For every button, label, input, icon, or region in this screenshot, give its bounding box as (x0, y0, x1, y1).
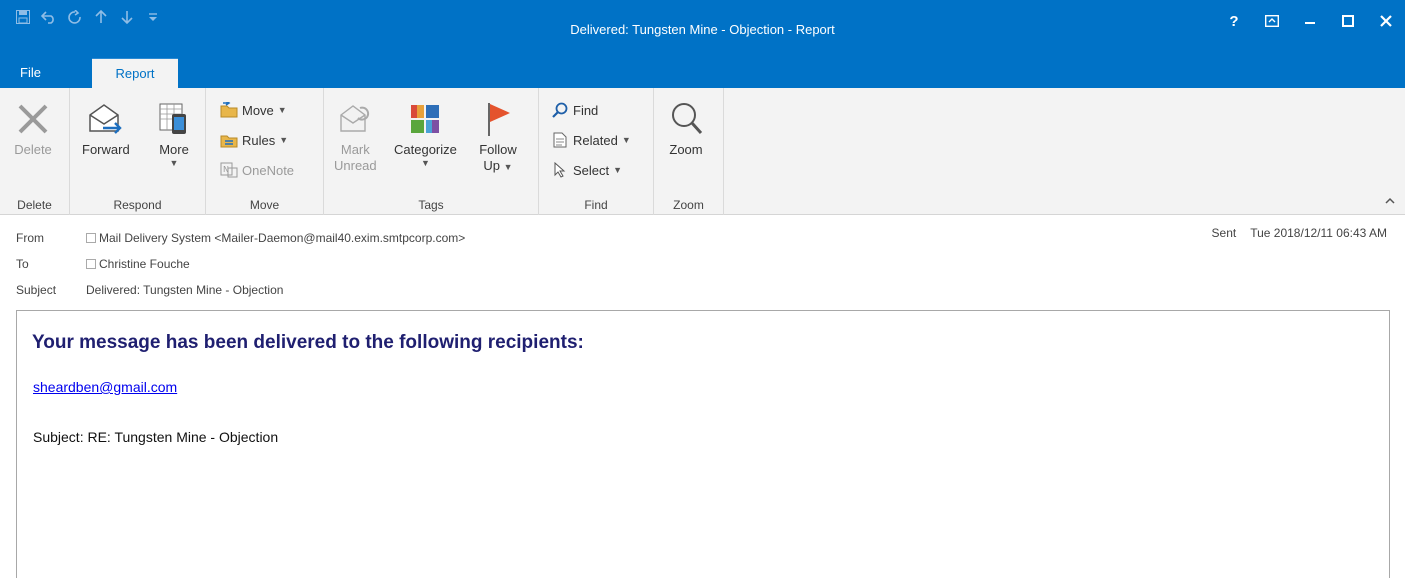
close-icon[interactable] (1367, 10, 1405, 32)
group-move-label: Move (249, 198, 280, 212)
up-label: Up (483, 158, 501, 173)
more-respond-icon (154, 96, 194, 142)
tab-file[interactable]: File (20, 58, 41, 88)
message-body[interactable]: Your message has been delivered to the f… (16, 310, 1390, 578)
sent-info: Sent Tue 2018/12/11 06:43 AM (1212, 226, 1387, 240)
from-row: From Mail Delivery System <Mailer-Daemon… (16, 228, 465, 248)
forward-label: Forward (82, 142, 130, 157)
subject-value: Delivered: Tungsten Mine - Objection (86, 283, 284, 297)
onenote-button[interactable]: N OneNote (220, 159, 294, 181)
move-label: Move (242, 102, 274, 118)
mark-unread-icon (335, 96, 375, 142)
group-find-label: Find (584, 198, 608, 212)
to-label: To (16, 257, 29, 271)
categorize-icon (405, 96, 445, 142)
more-dropdown-icon: ▼ (169, 158, 179, 168)
mark-unread-button[interactable]: Mark Unread (334, 96, 377, 174)
maximize-icon[interactable] (1329, 10, 1367, 32)
delete-label: Delete (14, 142, 52, 157)
collapse-ribbon-icon[interactable] (1385, 194, 1395, 208)
to-value[interactable]: Christine Fouche (86, 254, 190, 274)
zoom-magnifier-icon (666, 96, 706, 142)
select-button[interactable]: Select ▼ (551, 159, 622, 181)
ribbon-display-options-icon[interactable] (1253, 10, 1291, 32)
follow-label: Follow (479, 142, 517, 157)
flag-icon (478, 96, 518, 142)
to-row: To Christine Fouche (16, 254, 190, 274)
from-label: From (16, 231, 44, 245)
message-header: From Mail Delivery System <Mailer-Daemon… (0, 216, 1405, 304)
more-respond-button[interactable]: More ▼ (154, 96, 194, 168)
sent-label: Sent (1211, 226, 1237, 240)
categorize-button[interactable]: Categorize ▼ (394, 96, 457, 168)
rules-label: Rules (242, 132, 276, 148)
related-dropdown-icon: ▼ (621, 135, 631, 145)
sender-checkbox-icon (86, 233, 96, 243)
related-button[interactable]: Related ▼ (551, 129, 631, 151)
related-label: Related (573, 132, 618, 148)
group-respond-label: Respond (113, 198, 162, 212)
from-address: Mail Delivery System <Mailer-Daemon@mail… (99, 231, 466, 245)
recipient-link[interactable]: sheardben@gmail.com (33, 379, 177, 395)
delete-icon (13, 96, 53, 142)
forward-button[interactable]: Forward (82, 96, 130, 158)
search-icon (551, 101, 569, 119)
from-value[interactable]: Mail Delivery System <Mailer-Daemon@mail… (86, 228, 465, 248)
related-document-icon (551, 131, 569, 149)
to-name: Christine Fouche (99, 257, 190, 271)
rules-button[interactable]: Rules ▼ (220, 129, 288, 151)
group-move: Move ▼ Rules ▼ N OneNote Move (206, 88, 324, 215)
delete-button[interactable]: Delete (13, 96, 53, 158)
follow-up-dropdown-icon: ▼ (503, 162, 513, 172)
help-icon[interactable]: ? (1215, 10, 1253, 32)
rules-icon (220, 131, 238, 149)
original-subject: Subject: RE: Tungsten Mine - Objection (33, 429, 279, 445)
find-label: Find (573, 102, 599, 118)
title-bar: Delivered: Tungsten Mine - Objection - R… (0, 0, 1405, 58)
window-title: Delivered: Tungsten Mine - Objection - R… (570, 22, 835, 37)
sent-value: Tue 2018/12/11 06:43 AM (1250, 226, 1387, 240)
forward-icon (86, 96, 126, 142)
group-tags-label: Tags (418, 198, 444, 212)
group-respond: Forward More ▼ Respond (70, 88, 206, 215)
onenote-icon: N (220, 161, 238, 179)
zoom-button[interactable]: Zoom (666, 96, 706, 158)
minimize-icon[interactable] (1291, 10, 1329, 32)
cursor-icon (551, 161, 569, 179)
unread-label: Unread (334, 158, 377, 173)
recipient-checkbox-icon (86, 259, 96, 269)
group-zoom: Zoom Zoom (654, 88, 724, 215)
tab-report[interactable]: Report (92, 58, 178, 88)
group-delete: Delete Delete (0, 88, 70, 215)
subject-row: Subject Delivered: Tungsten Mine - Objec… (16, 280, 283, 300)
group-delete-label: Delete (17, 198, 52, 212)
ribbon-tabs: File Report (0, 58, 1405, 88)
mark-label: Mark (340, 142, 370, 157)
window-controls: ? (1215, 10, 1405, 32)
group-find: Find Related ▼ Select ▼ Find (539, 88, 654, 215)
delivery-headline: Your message has been delivered to the f… (32, 332, 584, 353)
onenote-label: OneNote (242, 162, 295, 178)
follow-up-sublabel: Up ▼ (483, 158, 512, 175)
zoom-label: Zoom (669, 142, 703, 157)
move-button[interactable]: Move ▼ (220, 99, 287, 121)
rules-dropdown-icon: ▼ (279, 135, 289, 145)
select-label: Select (573, 162, 610, 178)
select-dropdown-icon: ▼ (613, 165, 623, 175)
move-dropdown-icon: ▼ (277, 105, 287, 115)
more-label: More (159, 142, 189, 157)
categorize-dropdown-icon: ▼ (420, 158, 430, 168)
subject-label: Subject (16, 283, 57, 297)
group-tags: Mark Unread Categorize ▼ Follow Up ▼ Tag… (324, 88, 539, 215)
follow-up-button[interactable]: Follow Up ▼ (478, 96, 518, 175)
ribbon: Delete Delete Forward More ▼ Respond Mov… (0, 88, 1405, 215)
move-folder-icon (220, 101, 238, 119)
find-button[interactable]: Find (551, 99, 598, 121)
categorize-label: Categorize (394, 142, 457, 157)
group-zoom-label: Zoom (673, 198, 704, 212)
